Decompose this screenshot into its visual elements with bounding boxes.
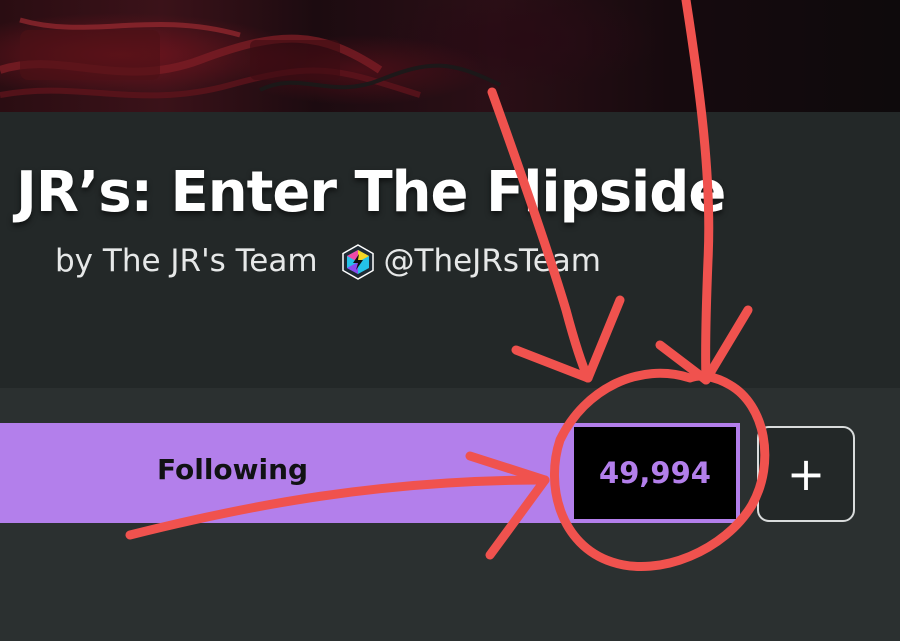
verified-badge-icon: [340, 244, 376, 280]
creator-byline: by The JR's Team @TheJRsTeam: [55, 243, 601, 280]
following-button-label: Following: [157, 453, 309, 486]
creator-name[interactable]: by The JR's Team: [55, 243, 318, 279]
game-banner-image: [0, 0, 900, 112]
game-title: JR’s: Enter The Flipside: [16, 160, 726, 225]
creator-handle[interactable]: @TheJRsTeam: [384, 243, 601, 279]
game-page: JR’s: Enter The Flipside by The JR's Tea…: [0, 0, 900, 641]
add-button[interactable]: +: [757, 426, 855, 522]
plus-icon: +: [786, 447, 826, 501]
follower-count: 49,994: [572, 425, 738, 521]
